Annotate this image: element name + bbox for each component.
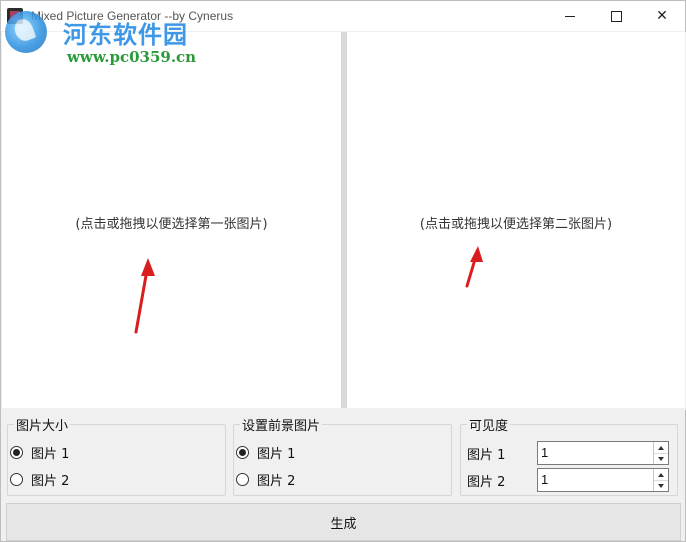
- chevron-down-icon: [658, 456, 664, 461]
- visibility-spinbox-1[interactable]: 1: [537, 441, 669, 465]
- image-size-option-2[interactable]: 图片 2: [10, 469, 69, 489]
- title-bar[interactable]: Mixed Picture Generator --by Cynerus ✕: [1, 1, 685, 31]
- image-size-group: 图片大小 图片 1 图片 2: [7, 415, 226, 496]
- chevron-up-icon: [658, 445, 664, 450]
- chevron-up-icon: [658, 472, 664, 477]
- foreground-image-group: 设置前景图片 图片 1 图片 2: [233, 415, 452, 496]
- generate-button[interactable]: 生成: [6, 503, 681, 541]
- first-image-hint: (点击或拖拽以便选择第一张图片): [75, 217, 268, 232]
- visibility-row-2: 图片 2 1: [467, 468, 669, 492]
- spin-down-button[interactable]: [654, 453, 668, 464]
- visibility-spinbox-2[interactable]: 1: [537, 468, 669, 492]
- spinbox-value[interactable]: 1: [541, 445, 548, 460]
- first-image-dropzone[interactable]: (点击或拖拽以便选择第一张图片): [2, 32, 341, 408]
- minimize-button[interactable]: [547, 1, 593, 31]
- second-image-dropzone[interactable]: (点击或拖拽以便选择第二张图片): [347, 32, 685, 408]
- image-panels: (点击或拖拽以便选择第一张图片) (点击或拖拽以便选择第二张图片): [2, 32, 686, 410]
- radio-button[interactable]: [10, 445, 23, 459]
- radio-label: 图片 2: [257, 473, 296, 489]
- radio-label: 图片 1: [31, 446, 70, 462]
- app-icon: [7, 8, 23, 24]
- visibility-label-1: 图片 1: [467, 447, 506, 463]
- radio-button[interactable]: [236, 472, 249, 486]
- foreground-option-1[interactable]: 图片 1: [236, 442, 295, 462]
- visibility-label-2: 图片 2: [467, 474, 506, 490]
- app-window: Mixed Picture Generator --by Cynerus ✕ (…: [0, 0, 686, 542]
- image-size-option-1[interactable]: 图片 1: [10, 442, 69, 462]
- left-arrow-annotation: [134, 258, 155, 334]
- right-arrow-annotation: [465, 246, 483, 288]
- second-image-hint: (点击或拖拽以便选择第二张图片): [419, 217, 613, 232]
- foreground-option-2[interactable]: 图片 2: [236, 469, 295, 489]
- maximize-icon: [610, 10, 622, 22]
- maximize-button[interactable]: [593, 1, 639, 31]
- window-title: Mixed Picture Generator --by Cynerus: [31, 9, 234, 23]
- spinbox-buttons: [653, 442, 668, 464]
- radio-label: 图片 1: [257, 446, 296, 462]
- close-button[interactable]: ✕: [639, 1, 685, 31]
- close-icon: ✕: [656, 8, 668, 24]
- spinbox-value[interactable]: 1: [541, 472, 548, 487]
- spinbox-buttons: [653, 469, 668, 491]
- image-size-group-label: 图片大小: [14, 415, 71, 434]
- visibility-group-label: 可见度: [467, 415, 511, 434]
- chevron-down-icon: [658, 483, 664, 488]
- radio-button[interactable]: [10, 472, 23, 486]
- radio-label: 图片 2: [31, 473, 70, 489]
- visibility-group: 可见度 图片 1 1 图片 2 1: [460, 415, 678, 496]
- minimize-icon: [565, 15, 575, 17]
- visibility-row-1: 图片 1 1: [467, 441, 669, 465]
- foreground-group-label: 设置前景图片: [240, 415, 323, 434]
- radio-button[interactable]: [236, 445, 249, 459]
- spin-down-button[interactable]: [654, 480, 668, 491]
